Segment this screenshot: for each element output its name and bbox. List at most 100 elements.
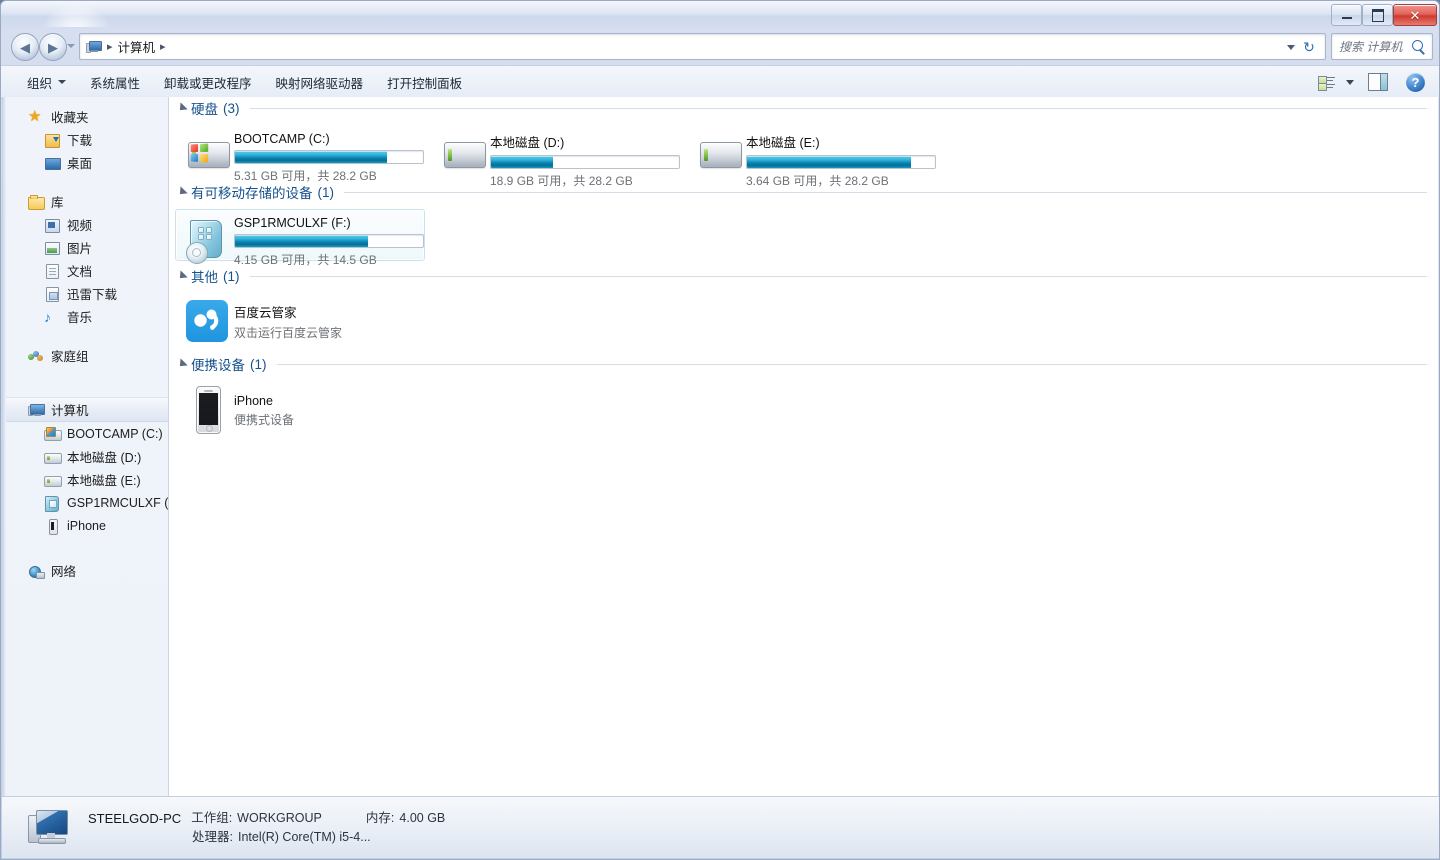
item-name: 百度云管家 xyxy=(234,306,297,320)
change-view-icon[interactable] xyxy=(1318,75,1336,91)
videos-icon xyxy=(44,217,61,233)
nav-pane-edge xyxy=(2,97,6,797)
collapse-triangle-icon[interactable] xyxy=(176,270,188,282)
group-header-portable-devices[interactable]: 便携设备 (1) xyxy=(169,353,1439,375)
collapse-triangle-icon[interactable] xyxy=(176,102,188,114)
sidebar-item-local-disk-e[interactable]: 本地磁盘 (E:) xyxy=(2,468,168,491)
group-tiles-removable-storage: GSP1RMCULXF (F:) 4.15 GB 可用，共 14.5 GB xyxy=(169,203,1439,267)
uninstall-change-program-button[interactable]: 卸载或更改程序 xyxy=(152,70,264,94)
workgroup-value: WORKGROUP xyxy=(237,810,322,825)
collapse-triangle-icon[interactable] xyxy=(176,358,188,370)
view-caret-icon[interactable] xyxy=(1346,79,1354,85)
recent-pages-dropdown[interactable] xyxy=(67,44,75,48)
drive-tile-local-disk-e[interactable]: 本地磁盘 (E:) 3.64 GB 可用，共 28.2 GB xyxy=(687,125,937,188)
processor-label: 处理器: xyxy=(192,829,233,844)
group-rule xyxy=(249,107,1427,109)
drive-tile-bootcamp-c[interactable]: BOOTCAMP (C:) 5.31 GB 可用，共 28.2 GB xyxy=(175,125,425,183)
item-tile-baidu-cloud[interactable]: 百度云管家 双击运行百度云管家 xyxy=(175,293,435,349)
sidebar-item-libraries[interactable]: 库 xyxy=(2,190,168,213)
search-box[interactable]: 搜索 计算机 xyxy=(1331,33,1433,60)
group-header-hard-disks[interactable]: 硬盘 (3) xyxy=(169,97,1439,119)
sidebar-item-desktop[interactable]: 桌面 xyxy=(2,151,168,174)
sidebar-item-downloads[interactable]: 下载 xyxy=(2,128,168,151)
item-tile-iphone[interactable]: iPhone 便携式设备 xyxy=(175,381,435,437)
address-bar[interactable]: ▸ 计算机 ▸ ↻ xyxy=(79,33,1326,60)
hard-drive-icon xyxy=(44,472,62,488)
capacity-bar-fill xyxy=(235,151,388,163)
group-header-other[interactable]: 其他 (1) xyxy=(169,265,1439,287)
item-sub: 双击运行百度云管家 xyxy=(234,326,343,340)
hard-drive-icon xyxy=(694,130,746,176)
sidebar-item-gsp1rmculxf-f[interactable]: GSP1RMCULXF (F:) xyxy=(2,491,168,514)
drive-name: BOOTCAMP (C:) xyxy=(234,132,330,146)
map-network-drive-button[interactable]: 映射网络驱动器 xyxy=(264,70,376,94)
close-icon: ✕ xyxy=(1409,7,1421,23)
sidebar-label-documents: 文档 xyxy=(67,265,93,279)
refresh-icon[interactable]: ↻ xyxy=(1301,39,1317,55)
sidebar-label-desktop: 桌面 xyxy=(67,157,93,171)
removable-drive-icon xyxy=(182,214,234,264)
details-text: STEELGOD-PC 工作组: WORKGROUP 内存: 4.00 GB 处… xyxy=(88,809,445,847)
title-bar-glow xyxy=(41,1,111,27)
drive-tile-local-disk-d[interactable]: 本地磁盘 (D:) 18.9 GB 可用，共 28.2 GB xyxy=(431,125,681,188)
preview-pane-icon[interactable] xyxy=(1368,73,1388,91)
computer-icon xyxy=(28,402,45,418)
thunder-download-icon xyxy=(44,286,61,302)
memory-label: 内存: xyxy=(365,810,395,825)
explorer-window: ✕ ◀ ▶ ▸ 计算机 ▸ ↻ 搜索 计算机 组织 系统属性 卸载或更改程序 映… xyxy=(0,0,1440,860)
capacity-bar xyxy=(234,150,424,164)
sidebar-item-favorites[interactable]: ★ 收藏夹 xyxy=(2,105,168,128)
back-button[interactable]: ◀ xyxy=(11,33,39,61)
sidebar-item-pictures[interactable]: 图片 xyxy=(2,236,168,259)
chevron-down-icon[interactable] xyxy=(1287,44,1295,50)
close-button[interactable]: ✕ xyxy=(1393,4,1437,26)
group-label-removable-storage: 有可移动存储的设备 xyxy=(191,186,313,201)
sidebar-label-music: 音乐 xyxy=(67,311,93,325)
maximize-button[interactable] xyxy=(1362,4,1393,26)
group-count-removable-storage: (1) xyxy=(317,184,335,200)
item-sub: 便携式设备 xyxy=(234,413,295,427)
sidebar-label-downloads: 下载 xyxy=(67,134,93,148)
sidebar-item-videos[interactable]: 视频 xyxy=(2,213,168,236)
library-folder-icon xyxy=(28,194,45,210)
breadcrumb-separator-2[interactable]: ▸ xyxy=(160,40,166,53)
sidebar-item-homegroup[interactable]: 家庭组 xyxy=(2,344,168,367)
sidebar-item-documents[interactable]: 文档 xyxy=(2,259,168,282)
downloads-icon xyxy=(44,132,61,148)
search-input[interactable]: 搜索 计算机 xyxy=(1339,38,1410,55)
sidebar-item-computer[interactable]: 计算机 xyxy=(2,397,168,422)
star-icon: ★ xyxy=(28,107,42,125)
collapse-triangle-icon[interactable] xyxy=(176,186,188,198)
help-icon[interactable]: ? xyxy=(1406,72,1425,92)
sidebar-item-iphone[interactable]: iPhone xyxy=(2,514,168,537)
breadcrumb-separator-1[interactable]: ▸ xyxy=(107,40,113,53)
drive-name: 本地磁盘 (D:) xyxy=(490,136,565,150)
chevron-down-icon xyxy=(58,80,67,84)
system-properties-button[interactable]: 系统属性 xyxy=(78,70,152,94)
documents-icon xyxy=(44,263,61,279)
capacity-bar-fill xyxy=(235,235,369,247)
sidebar-label-videos: 视频 xyxy=(67,219,93,233)
drive-tile-gsp1rmculxf-f[interactable]: GSP1RMCULXF (F:) 4.15 GB 可用，共 14.5 GB xyxy=(175,209,425,267)
sidebar-item-music[interactable]: ♪ 音乐 xyxy=(2,305,168,328)
group-tiles-hard-disks: BOOTCAMP (C:) 5.31 GB 可用，共 28.2 GB 本地磁盘 … xyxy=(169,119,1439,188)
items-view[interactable]: 硬盘 (3) BOOTCAMP (C:) 5.31 GB 可用，共 28.2 G… xyxy=(169,97,1439,797)
organize-button[interactable]: 组织 xyxy=(15,70,78,94)
minimize-button[interactable] xyxy=(1331,4,1362,26)
sidebar-item-local-disk-d[interactable]: 本地磁盘 (D:) xyxy=(2,445,168,468)
sidebar-label-network: 网络 xyxy=(51,565,77,579)
processor-value: Intel(R) Core(TM) i5-4... xyxy=(237,829,371,844)
open-control-panel-button[interactable]: 打开控制面板 xyxy=(375,70,474,94)
group-header-removable-storage[interactable]: 有可移动存储的设备 (1) xyxy=(169,181,1439,203)
back-arrow-icon: ◀ xyxy=(20,39,30,55)
sidebar-item-network[interactable]: 网络 xyxy=(2,559,168,582)
forward-button[interactable]: ▶ xyxy=(39,33,67,61)
breadcrumb-item-computer[interactable]: 计算机 xyxy=(118,37,156,56)
group-other: 其他 (1) 百度云管家 双击运行百度云管家 xyxy=(169,265,1439,353)
iphone-icon xyxy=(44,518,61,535)
sidebar-label-libraries: 库 xyxy=(51,196,64,210)
hard-drive-icon xyxy=(438,130,490,176)
sidebar-item-bootcamp-c[interactable]: BOOTCAMP (C:) xyxy=(2,422,168,445)
sidebar-item-thunder-download[interactable]: 迅雷下载 xyxy=(2,282,168,305)
open-control-panel-label: 打开控制面板 xyxy=(387,76,463,91)
